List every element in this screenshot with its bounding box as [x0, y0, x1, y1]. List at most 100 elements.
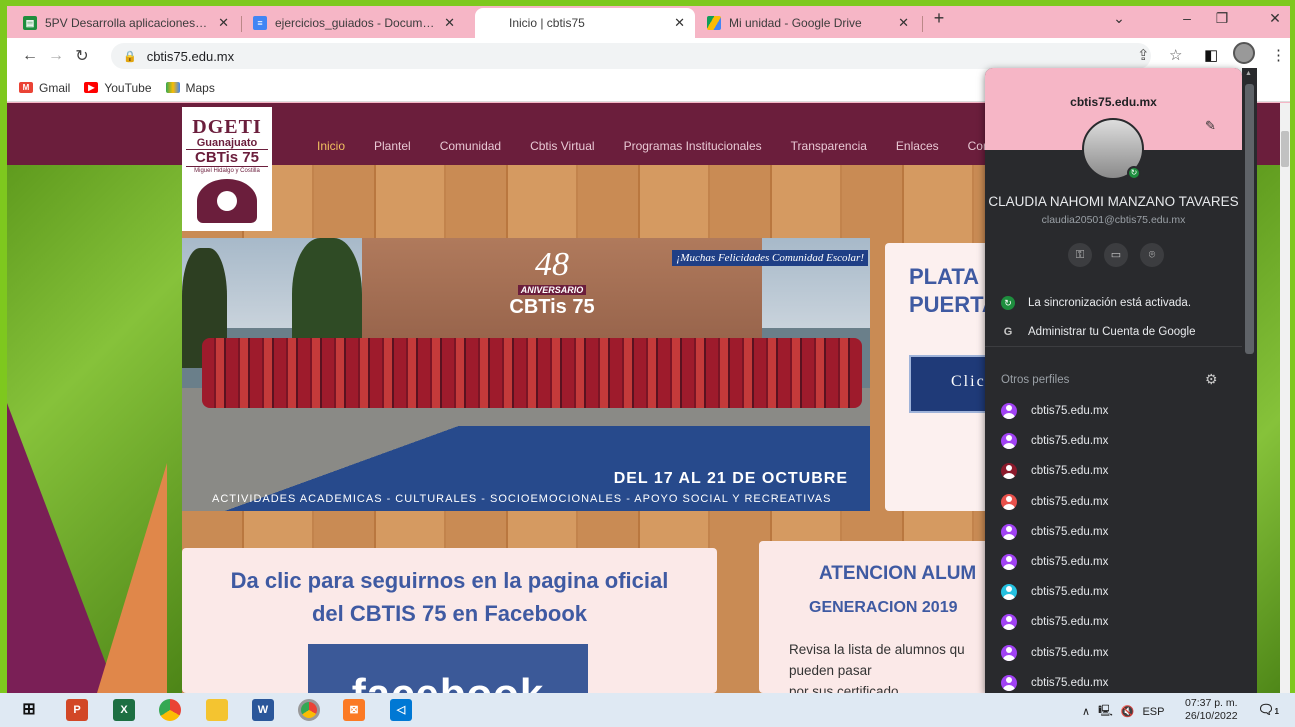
word-icon[interactable]: W: [252, 699, 274, 721]
tab-docs[interactable]: ≡ ejercicios_guiados - Documentos ✕: [243, 8, 465, 38]
profile-avatar-icon: [1001, 554, 1017, 570]
profile-avatar-button[interactable]: [1233, 42, 1255, 64]
card-title-line: Da clic para seguirnos en la pagina ofic…: [230, 568, 669, 593]
close-icon[interactable]: ✕: [218, 15, 229, 31]
other-profile-item[interactable]: cbtis75.edu.mx: [1001, 674, 1108, 691]
excel-icon[interactable]: X: [113, 699, 135, 721]
restore-icon[interactable]: ❐: [1207, 10, 1237, 27]
other-profile-item[interactable]: cbtis75.edu.mx: [1001, 493, 1108, 510]
card-icon[interactable]: ▭: [1104, 243, 1128, 267]
location-pin-icon[interactable]: ⌾: [1140, 243, 1164, 267]
menu-kebab-icon[interactable]: ⋮: [1271, 46, 1286, 64]
nav-enlaces[interactable]: Enlaces: [896, 139, 939, 153]
scroll-up-icon[interactable]: ▲: [1245, 70, 1252, 77]
scrollbar-thumb[interactable]: [1245, 84, 1254, 354]
xampp-icon[interactable]: ⊠: [343, 699, 365, 721]
bookmark-label: Gmail: [39, 80, 71, 95]
attention-card: ATENCION ALUM GENERACION 2019 Revisa la …: [759, 541, 995, 693]
nav-comunidad[interactable]: Comunidad: [440, 139, 501, 153]
bookmark-gmail[interactable]: M Gmail: [19, 81, 70, 95]
clock-date: 26/10/2022: [1185, 710, 1238, 722]
other-profile-item[interactable]: cbtis75.edu.mx: [1001, 433, 1108, 450]
anniversary-emblem: 48 ANIVERSARIO CBTis 75: [492, 248, 612, 326]
site-logo[interactable]: DGETI Guanajuato CBTis 75 Miguel Hidalgo…: [182, 107, 272, 231]
address-bar[interactable]: 🔒 cbtis75.edu.mx: [111, 43, 1151, 69]
other-profile-item[interactable]: cbtis75.edu.mx: [1001, 463, 1108, 480]
profile-avatar-icon: [1001, 403, 1017, 419]
drive-icon: [707, 16, 721, 30]
platform-click-button[interactable]: Clic: [909, 355, 995, 413]
notification-count: 1: [1274, 707, 1279, 716]
anniversary-banner[interactable]: ¡Muchas Felicidades Comunidad Escolar! 4…: [182, 238, 870, 511]
share-icon[interactable]: ⇪: [1137, 46, 1150, 64]
tab-classroom[interactable]: ▤ 5PV Desarrolla aplicaciones Web ✕: [13, 8, 239, 38]
chrome-icon[interactable]: [159, 699, 181, 721]
tab-search-chevron-icon[interactable]: ⌄: [1104, 10, 1134, 27]
profile-label: cbtis75.edu.mx: [1031, 525, 1109, 538]
window-close-icon[interactable]: ✕: [1260, 10, 1290, 27]
decor-shape: [97, 463, 167, 693]
gear-logo-icon: [197, 179, 257, 223]
close-icon[interactable]: ✕: [898, 15, 909, 31]
volume-muted-icon[interactable]: 🔇: [1121, 705, 1135, 718]
new-tab-plus-icon[interactable]: +: [924, 8, 954, 29]
key-icon[interactable]: ⚿: [1068, 243, 1092, 267]
other-profile-item[interactable]: cbtis75.edu.mx: [1001, 523, 1109, 540]
profile-label: cbtis75.edu.mx: [1031, 616, 1109, 629]
tab-separator: [241, 16, 242, 32]
notification-center-icon[interactable]: 🗨 1: [1255, 699, 1279, 721]
bookmark-star-icon[interactable]: ☆: [1169, 46, 1182, 64]
other-profile-item[interactable]: cbtis75.edu.mx: [1001, 584, 1109, 601]
vscode-icon[interactable]: ◁: [390, 699, 412, 721]
youtube-icon: ▶: [84, 82, 99, 93]
bookmark-youtube[interactable]: ▶ YouTube: [84, 81, 152, 95]
nav-programas[interactable]: Programas Institucionales: [624, 139, 762, 153]
forward-arrow-icon[interactable]: →: [43, 47, 69, 65]
other-profile-item[interactable]: cbtis75.edu.mx: [1001, 644, 1108, 661]
profile-email: claudia20501@cbtis75.edu.mx: [1041, 214, 1186, 226]
bookmark-maps[interactable]: Maps: [165, 81, 215, 95]
profile-avatar-icon: [1001, 614, 1017, 631]
maps-icon: [165, 82, 180, 93]
profile-domain: cbtis75.edu.mx: [1070, 95, 1157, 109]
minimize-icon[interactable]: –: [1172, 10, 1202, 26]
other-profile-item[interactable]: cbtis75.edu.mx: [1001, 554, 1108, 570]
page-scrollbar[interactable]: [1280, 103, 1290, 693]
windows-start-icon[interactable]: ⊞: [18, 699, 40, 721]
close-icon[interactable]: ✕: [674, 15, 685, 31]
reload-icon[interactable]: ↻: [69, 46, 95, 66]
other-profile-item[interactable]: cbtis75.edu.mx: [1001, 403, 1108, 419]
lock-icon[interactable]: 🔒: [123, 50, 137, 63]
back-arrow-icon[interactable]: ←: [17, 47, 43, 65]
nav-plantel[interactable]: Plantel: [374, 139, 411, 153]
sync-status[interactable]: ↻ La sincronización está activada.: [1001, 296, 1191, 310]
popup-scrollbar[interactable]: ▲: [1242, 68, 1257, 693]
powerpoint-icon[interactable]: P: [66, 699, 88, 721]
taskbar-clock[interactable]: 07:37 p. m. 26/10/2022: [1185, 697, 1238, 723]
tab-title: ejercicios_guiados - Documentos: [275, 16, 437, 30]
manage-account[interactable]: G Administrar tu Cuenta de Google: [1001, 325, 1196, 339]
logo-text: Guanajuato: [196, 137, 258, 149]
edit-pencil-icon[interactable]: ✎: [1205, 118, 1216, 134]
show-hidden-icons-chevron-icon[interactable]: ∧: [1082, 705, 1090, 718]
facebook-card-title: Da clic para seguirnos en la pagina ofic…: [182, 564, 717, 630]
url-text: cbtis75.edu.mx: [146, 48, 235, 64]
logo-text: DGETI: [192, 116, 262, 138]
gear-icon[interactable]: ⚙: [1205, 371, 1218, 388]
facebook-logo-link[interactable]: facebook: [308, 644, 588, 693]
chrome-profile-icon[interactable]: [298, 699, 320, 721]
file-explorer-icon[interactable]: [206, 699, 228, 721]
language-indicator[interactable]: ESP: [1142, 706, 1164, 718]
close-icon[interactable]: ✕: [444, 15, 455, 31]
tab-cbtis75[interactable]: Inicio | cbtis75 ✕: [475, 8, 695, 38]
side-panel-icon[interactable]: ◧: [1204, 46, 1218, 64]
nav-inicio[interactable]: Inicio: [317, 139, 345, 153]
tab-drive[interactable]: Mi unidad - Google Drive ✕: [697, 8, 919, 38]
scrollbar-thumb[interactable]: [1281, 131, 1289, 167]
attention-subtitle: GENERACION 2019: [809, 599, 958, 616]
network-icon[interactable]: 🖳: [1098, 702, 1113, 721]
other-profile-item[interactable]: cbtis75.edu.mx: [1001, 614, 1109, 631]
nav-cbtis-virtual[interactable]: Cbtis Virtual: [530, 139, 594, 153]
nav-transparencia[interactable]: Transparencia: [791, 139, 867, 153]
profile-label: cbtis75.edu.mx: [1031, 586, 1109, 599]
